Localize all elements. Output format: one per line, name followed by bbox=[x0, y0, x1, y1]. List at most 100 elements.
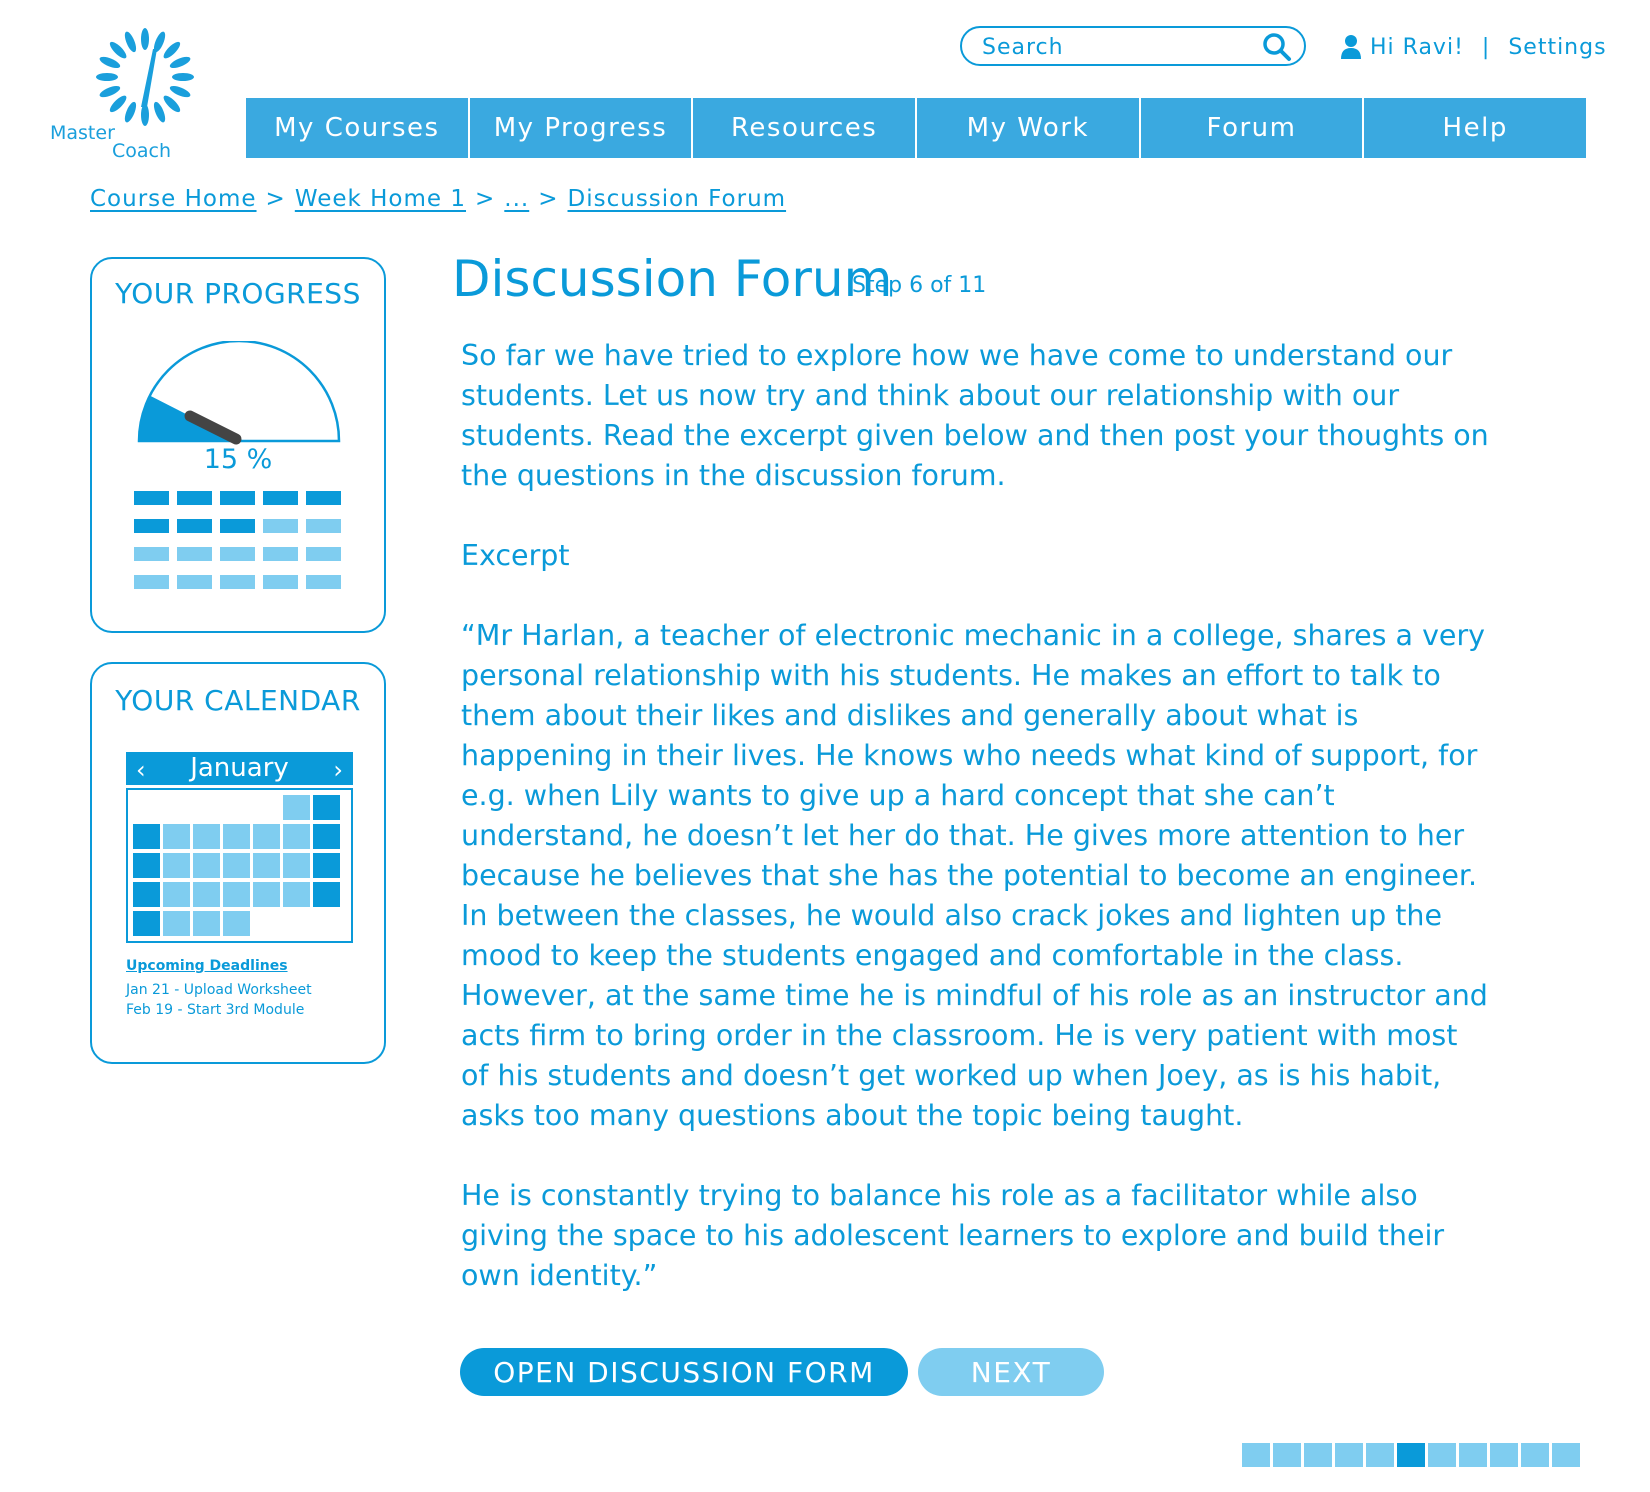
logo-ray bbox=[99, 85, 121, 98]
calendar-day-cell[interactable] bbox=[193, 824, 220, 849]
master-coach-logo[interactable]: Master Coach bbox=[46, 22, 226, 172]
calendar-day-cell[interactable] bbox=[163, 911, 190, 936]
user-bar: Hi Ravi! | Settings bbox=[1340, 30, 1607, 64]
progress-block-todo bbox=[177, 547, 212, 561]
calendar-day-cell[interactable] bbox=[253, 853, 280, 878]
breadcrumb-separator: > bbox=[538, 186, 559, 212]
progress-block-done bbox=[306, 491, 341, 505]
deadlines-heading[interactable]: Upcoming Deadlines bbox=[126, 958, 312, 974]
calendar-day-cell[interactable] bbox=[283, 824, 310, 849]
logo-ray bbox=[141, 104, 149, 126]
logo-ray bbox=[109, 41, 127, 59]
logo-ray bbox=[124, 101, 137, 123]
calendar-day-cell[interactable] bbox=[133, 853, 160, 878]
progress-block-done bbox=[134, 491, 169, 505]
calendar-day-cell[interactable] bbox=[133, 911, 160, 936]
progress-block-todo bbox=[263, 547, 298, 561]
calendar-day-cell[interactable] bbox=[193, 882, 220, 907]
lesson-body: So far we have tried to explore how we h… bbox=[461, 336, 1491, 1336]
nav-help[interactable]: Help bbox=[1364, 98, 1586, 158]
calendar-day-cell[interactable] bbox=[163, 882, 190, 907]
breadcrumb-course-home[interactable]: Course Home bbox=[90, 186, 257, 212]
calendar-day-cell[interactable] bbox=[223, 882, 250, 907]
calendar-day-cell[interactable] bbox=[313, 824, 340, 849]
calendar-day-cell[interactable] bbox=[163, 824, 190, 849]
progress-panel: YOUR PROGRESS 15 % bbox=[90, 257, 386, 633]
breadcrumb-week-home[interactable]: Week Home 1 bbox=[295, 186, 466, 212]
main-nav: My Courses My Progress Resources My Work… bbox=[246, 98, 1586, 158]
calendar-day-cell[interactable] bbox=[223, 853, 250, 878]
calendar-day-cell[interactable] bbox=[313, 853, 340, 878]
calendar-day-cell[interactable] bbox=[313, 795, 340, 820]
nav-forum[interactable]: Forum bbox=[1141, 98, 1365, 158]
calendar-day-cell[interactable] bbox=[133, 882, 160, 907]
user-bar-separator: | bbox=[1481, 34, 1491, 60]
calendar-day-cell[interactable] bbox=[193, 911, 220, 936]
breadcrumb-discussion-forum[interactable]: Discussion Forum bbox=[568, 186, 787, 212]
progress-block-done bbox=[263, 491, 298, 505]
calendar-header: ‹ January › bbox=[126, 752, 353, 785]
user-greeting[interactable]: Hi Ravi! bbox=[1370, 35, 1464, 60]
nav-my-work[interactable]: My Work bbox=[917, 98, 1141, 158]
calendar-day-cell[interactable] bbox=[253, 882, 280, 907]
step-dot[interactable] bbox=[1242, 1443, 1270, 1467]
user-icon bbox=[1341, 35, 1361, 59]
step-dot[interactable] bbox=[1552, 1443, 1580, 1467]
search-box bbox=[960, 26, 1306, 66]
calendar-panel: YOUR CALENDAR ‹ January › Upcoming Deadl… bbox=[90, 662, 386, 1064]
calendar-day-cell[interactable] bbox=[163, 853, 190, 878]
logo-ray bbox=[96, 73, 118, 81]
step-dot[interactable] bbox=[1273, 1443, 1301, 1467]
logo-ray bbox=[153, 101, 166, 123]
logo-ray bbox=[141, 28, 149, 50]
step-dot[interactable] bbox=[1304, 1443, 1332, 1467]
calendar-day-cell[interactable] bbox=[283, 882, 310, 907]
progress-block-done bbox=[220, 491, 255, 505]
calendar-day-cell[interactable] bbox=[193, 853, 220, 878]
progress-block-todo bbox=[134, 575, 169, 589]
logo-ray bbox=[169, 56, 191, 69]
search-icon[interactable] bbox=[1262, 32, 1292, 62]
calendar-day-cell[interactable] bbox=[313, 882, 340, 907]
calendar-day-cell[interactable] bbox=[283, 853, 310, 878]
logo-ray bbox=[109, 95, 127, 113]
logo-ray bbox=[163, 95, 181, 113]
step-dot[interactable] bbox=[1428, 1443, 1456, 1467]
progress-block-todo bbox=[220, 547, 255, 561]
calendar-day-cell[interactable] bbox=[223, 824, 250, 849]
progress-block-todo bbox=[134, 547, 169, 561]
calendar-day-cell[interactable] bbox=[253, 824, 280, 849]
step-dot[interactable] bbox=[1459, 1443, 1487, 1467]
nav-resources[interactable]: Resources bbox=[693, 98, 918, 158]
progress-block-todo bbox=[306, 575, 341, 589]
nav-my-courses[interactable]: My Courses bbox=[246, 98, 470, 158]
excerpt-paragraph: He is constantly trying to balance his r… bbox=[461, 1179, 1445, 1292]
calendar-day-cell[interactable] bbox=[283, 795, 310, 820]
calendar-next-icon[interactable]: › bbox=[333, 756, 343, 784]
calendar-title: YOUR CALENDAR bbox=[115, 684, 361, 717]
search-input[interactable] bbox=[980, 33, 1254, 61]
logo-text-master: Master bbox=[50, 122, 115, 144]
deadline-item[interactable]: Feb 19 - Start 3rd Module bbox=[126, 1000, 312, 1020]
deadline-item[interactable]: Jan 21 - Upload Worksheet bbox=[126, 980, 312, 1000]
progress-block-done bbox=[134, 519, 169, 533]
step-dot[interactable] bbox=[1490, 1443, 1518, 1467]
calendar-day-cell[interactable] bbox=[133, 824, 160, 849]
upcoming-deadlines: Upcoming Deadlines Jan 21 - Upload Works… bbox=[126, 958, 312, 1020]
settings-link[interactable]: Settings bbox=[1508, 35, 1606, 60]
step-dot-current[interactable] bbox=[1397, 1443, 1425, 1467]
open-discussion-form-button[interactable]: OPEN DISCUSSION FORM bbox=[460, 1348, 908, 1396]
progress-block-done bbox=[220, 519, 255, 533]
logo-ray bbox=[172, 73, 194, 81]
next-button[interactable]: NEXT bbox=[918, 1348, 1104, 1396]
calendar-grid bbox=[126, 788, 353, 943]
step-dot[interactable] bbox=[1366, 1443, 1394, 1467]
breadcrumb-ellipsis[interactable]: ... bbox=[504, 186, 529, 212]
calendar-day-cell[interactable] bbox=[223, 911, 250, 936]
nav-my-progress[interactable]: My Progress bbox=[470, 98, 694, 158]
step-dot[interactable] bbox=[1521, 1443, 1549, 1467]
breadcrumb-separator: > bbox=[475, 186, 496, 212]
step-dot[interactable] bbox=[1335, 1443, 1363, 1467]
progress-blocks bbox=[134, 491, 344, 589]
step-label: Step 6 of 11 bbox=[852, 273, 987, 298]
